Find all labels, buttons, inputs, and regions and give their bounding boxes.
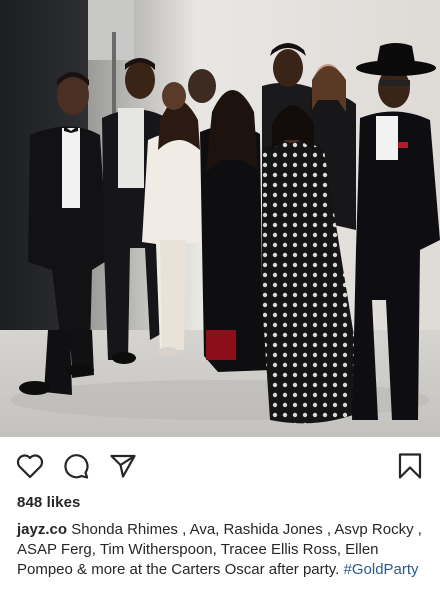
comment-bubble-icon: [64, 454, 89, 479]
paper-plane-icon: [110, 454, 136, 478]
caption-hashtag[interactable]: #GoldParty: [344, 561, 419, 578]
group-photo-image: [0, 0, 440, 437]
share-button[interactable]: [108, 451, 138, 481]
save-button[interactable]: [395, 451, 425, 481]
heart-outline-icon: [16, 454, 44, 479]
post-photo[interactable]: [0, 0, 440, 437]
post-caption: jayz.co Shonda Rhimes , Ava, Rashida Jon…: [17, 520, 425, 580]
like-button[interactable]: [15, 451, 45, 481]
comment-button[interactable]: [61, 451, 91, 481]
post-action-bar: [0, 437, 440, 491]
likes-count[interactable]: 848 likes: [17, 494, 80, 511]
caption-username[interactable]: jayz.co: [17, 521, 67, 538]
bookmark-icon: [398, 453, 422, 479]
